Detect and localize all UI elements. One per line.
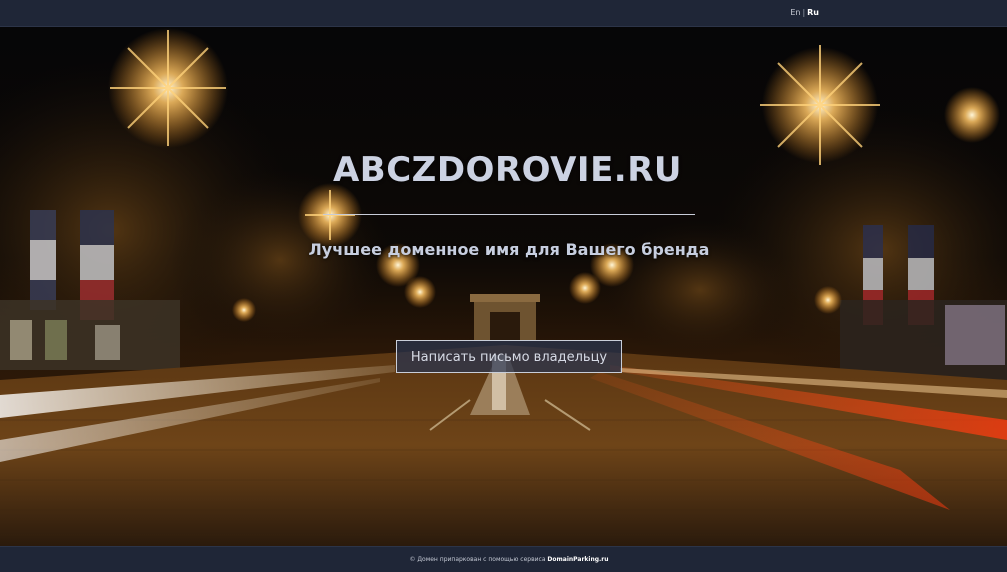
page: En | Ru ABCZDOROVIE.RU Лучшее доменное имя… [0,0,1007,572]
hero: ABCZDOROVIE.RU Лучшее доменное имя для В… [0,0,1007,572]
domainparking-link[interactable]: DomainParking.ru [547,556,608,563]
footer-caption: © Домен припаркован с помощью сервиса [409,556,546,563]
tagline: Лучшее доменное имя для Вашего бренда [308,240,710,259]
footer-text: © Домен припаркован с помощью сервиса Do… [0,556,1007,563]
contact-owner-button[interactable]: Написать письмо владельцу [396,340,622,373]
footer: © Домен припаркован с помощью сервиса Do… [0,546,1007,572]
title-divider [323,214,695,215]
domain-title: ABCZDOROVIE.RU [332,150,683,190]
